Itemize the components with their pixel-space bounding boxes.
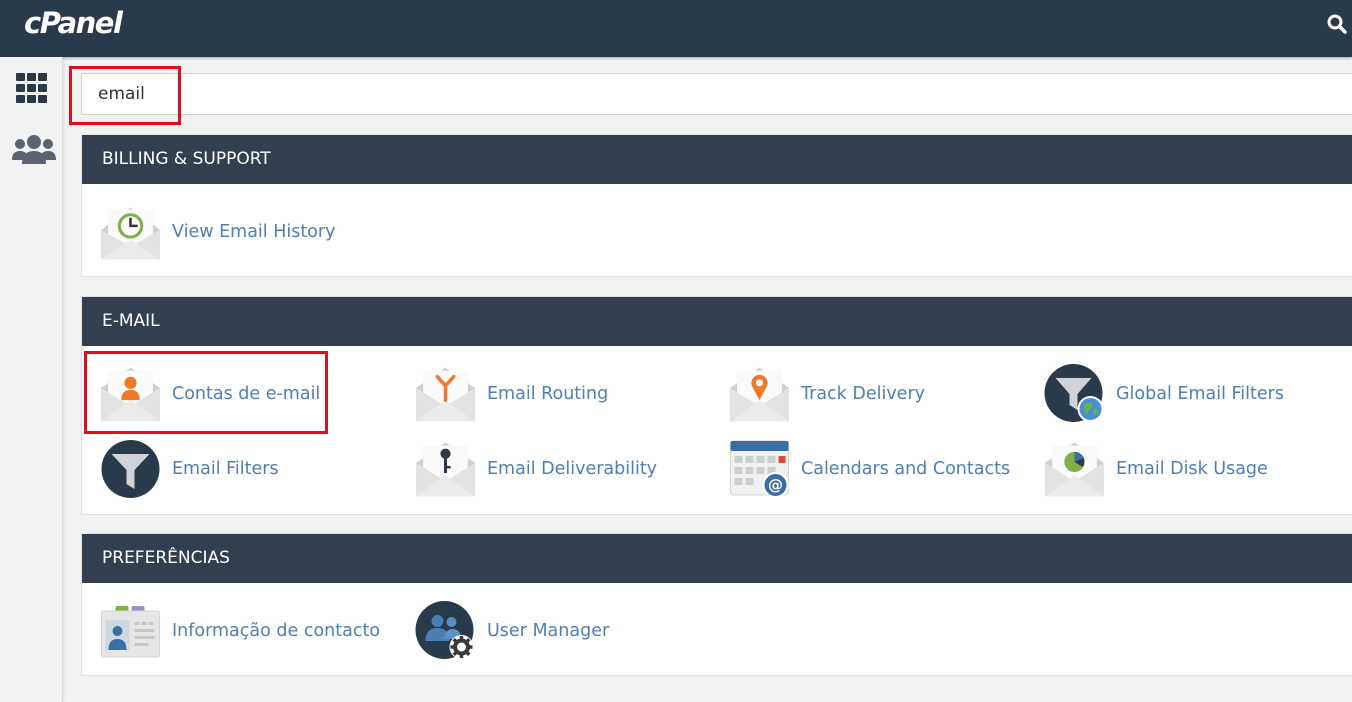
item-email-deliverability[interactable]: Email Deliverability <box>415 438 657 500</box>
billing-support-header[interactable]: BILLING & SUPPORT <box>82 135 1352 184</box>
item-global-email-filters[interactable]: Global Email Filters <box>1044 363 1284 425</box>
sidebar <box>0 57 63 702</box>
item-email-routing[interactable]: Email Routing <box>415 363 608 425</box>
item-label: View Email History <box>172 222 336 242</box>
item-email-disk-usage[interactable]: Email Disk Usage <box>1044 438 1268 500</box>
item-label: Email Deliverability <box>487 459 658 479</box>
track-delivery-icon <box>730 367 789 422</box>
search-input[interactable] <box>81 73 1352 115</box>
email-accounts-icon <box>101 367 160 422</box>
global-email-filters-icon <box>1044 364 1104 422</box>
email-filters-icon <box>101 440 160 498</box>
cpanel-logo[interactable]: cPanel <box>24 6 123 40</box>
user-manager-icon <box>415 601 474 659</box>
item-label: Global Email Filters <box>1116 384 1284 404</box>
search-icon[interactable] <box>1326 13 1348 35</box>
item-label: Informação de contacto <box>172 621 381 641</box>
grid-icon[interactable] <box>11 73 51 105</box>
item-calendars-contacts[interactable]: @ Calendars and Contacts <box>729 438 1010 500</box>
top-bar: cPanel <box>0 0 1352 57</box>
email-deliverability-icon <box>416 442 475 497</box>
item-label: User Manager <box>487 621 610 641</box>
email-routing-icon <box>416 367 475 422</box>
contact-info-icon <box>101 606 160 658</box>
item-label: Contas de e-mail <box>172 384 321 404</box>
item-email-filters[interactable]: Email Filters <box>100 438 279 500</box>
item-label: Email Filters <box>172 459 279 479</box>
item-contact-info[interactable]: Informação de contacto <box>100 600 380 662</box>
item-label: Email Disk Usage <box>1116 459 1268 479</box>
item-label: Email Routing <box>487 384 609 404</box>
item-user-manager[interactable]: User Manager <box>415 600 609 662</box>
item-view-email-history[interactable]: View Email History <box>100 201 335 263</box>
item-email-accounts[interactable]: Contas de e-mail <box>100 363 320 425</box>
users-icon[interactable] <box>11 134 57 168</box>
item-label: Track Delivery <box>801 384 925 404</box>
email-history-icon <box>101 207 160 260</box>
item-label: Calendars and Contacts <box>801 459 1011 479</box>
email-panel: E-MAIL Contas de e-mail Email Routing Tr… <box>81 296 1352 515</box>
item-track-delivery[interactable]: Track Delivery <box>729 363 925 425</box>
billing-support-panel: BILLING & SUPPORT View Email History <box>81 134 1352 277</box>
email-disk-usage-icon <box>1045 442 1104 497</box>
preferences-panel: PREFERÊNCIAS Informação de contacto User… <box>81 533 1352 676</box>
email-header[interactable]: E-MAIL <box>82 297 1352 346</box>
svg-text:@: @ <box>768 476 783 494</box>
preferences-header[interactable]: PREFERÊNCIAS <box>82 534 1352 583</box>
calendars-contacts-icon: @ <box>730 440 789 498</box>
